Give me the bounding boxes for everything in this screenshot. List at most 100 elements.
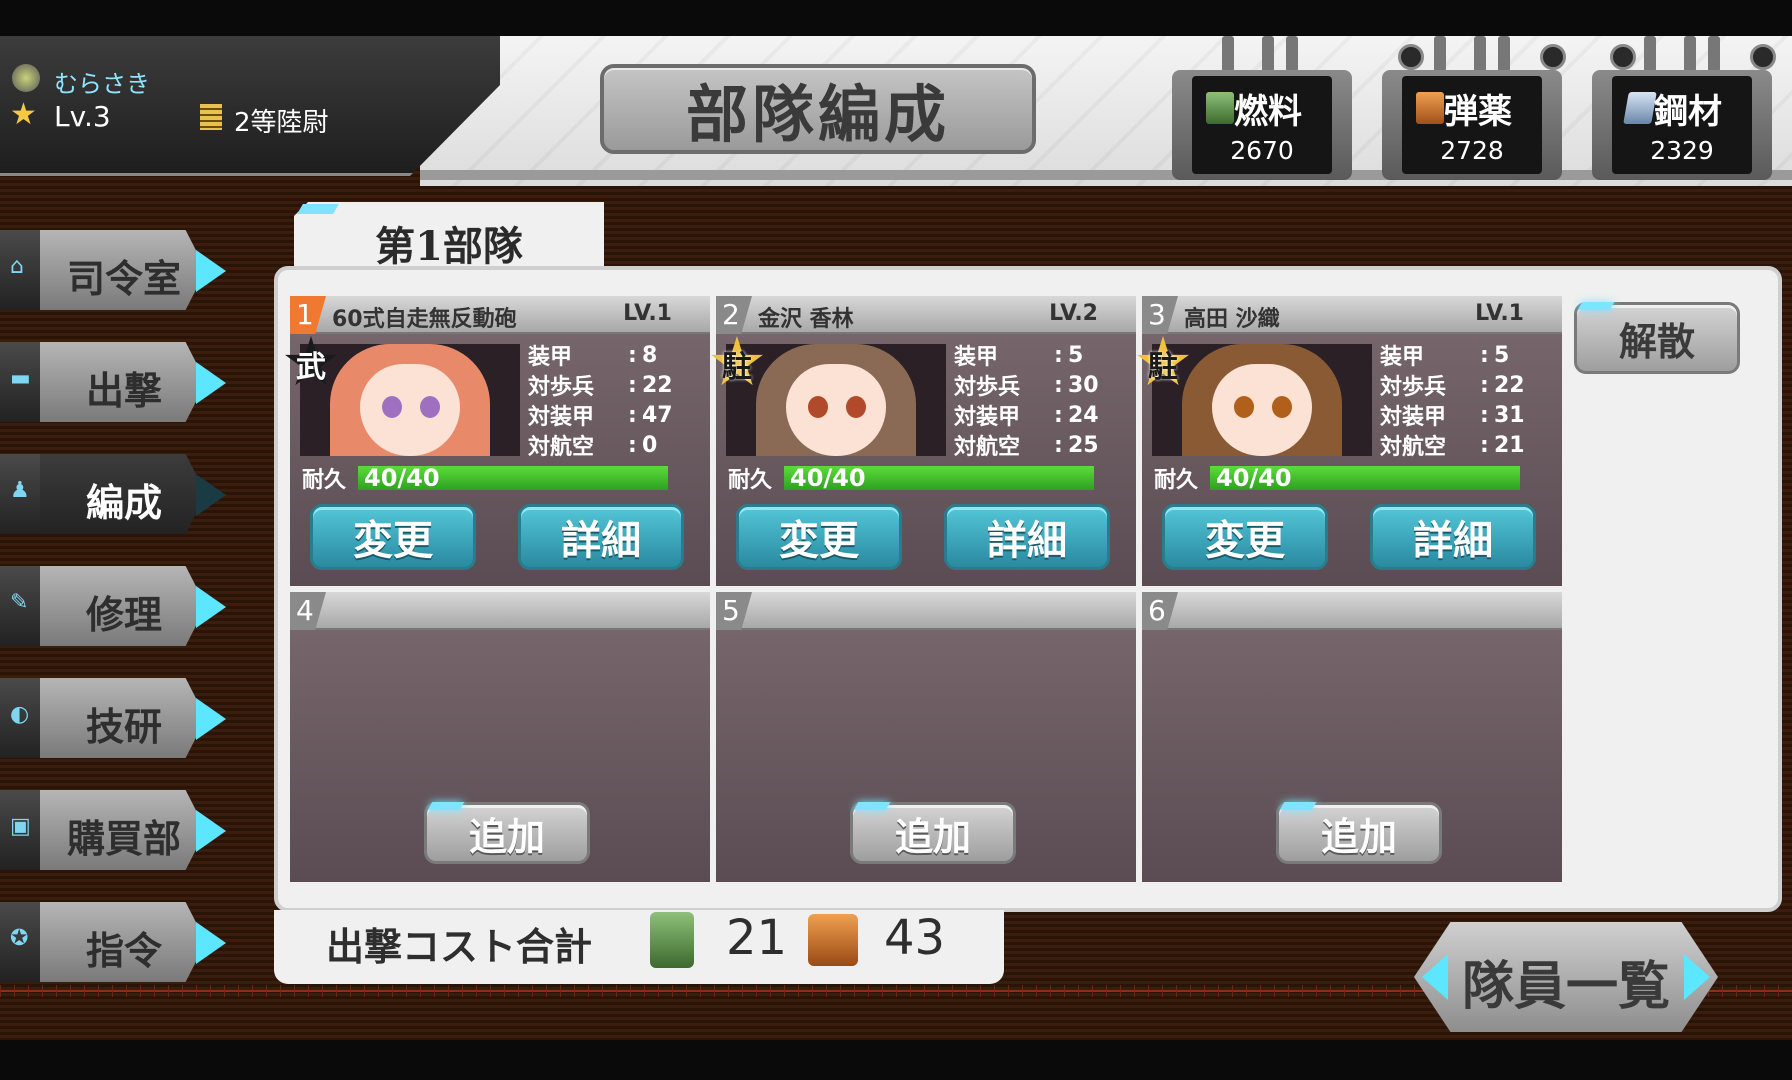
chevron-right-icon xyxy=(196,810,226,852)
sidebar-item-label: 指令 xyxy=(85,928,162,973)
game-screen: むらさき ★ Lv.3 2等陸尉 部隊編成 燃料 2670 弾薬 2728 鋼材… xyxy=(0,0,1792,1080)
home-icon: ⌂ xyxy=(10,254,24,279)
player-rank: 2等陸尉 xyxy=(234,108,329,138)
change-button[interactable]: 変更 xyxy=(736,504,902,570)
bolt-decor xyxy=(1540,44,1566,70)
stat-label: 対装甲 xyxy=(1380,405,1447,430)
stat-label: 対装甲 xyxy=(528,405,595,430)
hp-value: 40/40 xyxy=(790,464,866,492)
pipe-decor xyxy=(1286,36,1298,72)
member-name: 高田 沙織 xyxy=(1184,307,1280,332)
people-icon: ♟ xyxy=(10,478,30,503)
pipe-decor xyxy=(1708,36,1720,72)
hp-bar: 40/40 xyxy=(358,464,668,492)
tab-accent xyxy=(297,204,339,214)
member-stats: 装甲:5 対歩兵:30 対装甲:24 対航空:25 xyxy=(954,340,1134,461)
sidebar-item-repair[interactable]: ✎ 修理 xyxy=(0,558,230,652)
roster-button[interactable]: 隊員一覧 xyxy=(1414,922,1718,1032)
star-badge-icon: ✪ xyxy=(10,926,29,951)
add-member-button[interactable]: 追加 xyxy=(1276,802,1442,864)
medal-icon xyxy=(12,64,40,92)
sidebar-item-orders[interactable]: ✪ 指令 xyxy=(0,894,230,988)
change-button-label: 変更 xyxy=(779,517,859,564)
role-badge-label: 駐 xyxy=(1148,350,1178,385)
sidebar-item-label: 修理 xyxy=(85,592,162,637)
stat-label: 装甲 xyxy=(1380,345,1425,370)
sidebar-item-shop[interactable]: ▣ 購買部 xyxy=(0,782,230,876)
change-button[interactable]: 変更 xyxy=(310,504,476,570)
button-accent xyxy=(1279,802,1317,810)
sortie-cost-label: 出撃コスト合計 xyxy=(326,924,593,969)
star-icon: ★ xyxy=(10,97,37,132)
sidebar-item-label: 司令室 xyxy=(66,256,181,301)
sidebar-item-command-room[interactable]: ⌂ 司令室 xyxy=(0,222,230,316)
button-accent xyxy=(1577,302,1615,310)
add-member-button[interactable]: 追加 xyxy=(424,802,590,864)
role-badge-label: 駐 xyxy=(722,350,752,385)
stat-value: 25 xyxy=(1068,432,1099,458)
hp-label: 耐久 xyxy=(728,468,773,493)
disband-button[interactable]: 解散 xyxy=(1574,302,1740,374)
stat-value: 21 xyxy=(1494,432,1525,458)
add-button-label: 追加 xyxy=(468,813,545,859)
chevron-right-icon xyxy=(196,474,226,516)
rank-insignia-icon xyxy=(200,104,222,130)
disband-button-label: 解散 xyxy=(1618,318,1695,364)
stat-label: 対航空 xyxy=(954,435,1021,460)
change-button-label: 変更 xyxy=(353,517,433,564)
player-level: Lv.3 xyxy=(54,100,111,133)
flame-icon: ◐ xyxy=(10,702,30,727)
sidebar-item-sortie[interactable]: ▬ 出撃 xyxy=(0,334,230,428)
player-name: むらさき xyxy=(54,70,150,98)
detail-button[interactable]: 詳細 xyxy=(518,504,684,570)
stat-value: 30 xyxy=(1068,372,1099,398)
member-stats: 装甲:8 対歩兵:22 対装甲:47 対航空:0 xyxy=(528,340,708,461)
member-slot-3: 3 高田 沙織 LV.1 駐 装甲:5 対歩兵:22 対装甲:31 対航空:21… xyxy=(1137,296,1562,586)
sidebar-item-label: 編成 xyxy=(85,480,162,525)
steel-ingot-icon xyxy=(1623,92,1657,124)
sidebar-item-label: 技研 xyxy=(85,704,162,749)
sidebar-item-research[interactable]: ◐ 技研 xyxy=(0,670,230,764)
resource-value: 2329 xyxy=(1650,136,1714,165)
role-badge-label: 武 xyxy=(296,350,326,385)
member-level: LV.1 xyxy=(623,301,672,326)
bolt-decor xyxy=(1398,44,1424,70)
member-slot-2: 2 金沢 香林 LV.2 駐 装甲:5 対歩兵:30 対装甲:24 対航空:25… xyxy=(711,296,1136,586)
fuel-can-icon xyxy=(1206,92,1234,124)
hp-label: 耐久 xyxy=(302,468,347,493)
stat-value: 47 xyxy=(642,402,673,428)
ammo-box-icon xyxy=(1416,92,1444,124)
stat-label: 装甲 xyxy=(954,345,999,370)
resource-label: 鋼材 xyxy=(1654,92,1722,132)
sortie-cost-fuel: 21 xyxy=(726,910,788,966)
header-edge xyxy=(420,170,1792,180)
member-slot-1: 1 60式自走無反動砲 LV.1 武 装甲:8 対歩兵:22 対装甲:47 対航… xyxy=(285,296,710,586)
member-name: 金沢 香林 xyxy=(758,307,854,332)
resource-label: 弾薬 xyxy=(1444,92,1512,132)
stat-label: 対歩兵 xyxy=(954,375,1021,400)
stat-value: 0 xyxy=(642,432,658,458)
chevron-right-icon xyxy=(196,250,226,292)
pipe-decor xyxy=(1222,36,1234,72)
hp-value: 40/40 xyxy=(364,464,440,492)
detail-button[interactable]: 詳細 xyxy=(944,504,1110,570)
hp-value: 40/40 xyxy=(1216,464,1292,492)
button-accent xyxy=(853,802,891,810)
detail-button-label: 詳細 xyxy=(1413,517,1493,564)
wrench-icon: ✎ xyxy=(10,590,29,615)
roster-button-label: 隊員一覧 xyxy=(1461,956,1670,1017)
pipe-decor xyxy=(1644,36,1656,72)
add-member-button[interactable]: 追加 xyxy=(850,802,1016,864)
top-border xyxy=(0,0,1792,36)
sidebar-item-formation[interactable]: ♟ 編成 xyxy=(0,446,230,540)
pipe-decor xyxy=(1498,36,1510,72)
change-button[interactable]: 変更 xyxy=(1162,504,1328,570)
stat-label: 対歩兵 xyxy=(1380,375,1447,400)
detail-button-label: 詳細 xyxy=(561,517,641,564)
title-plate: 部隊編成 xyxy=(600,64,1036,154)
add-button-label: 追加 xyxy=(1320,813,1397,859)
hp-bar: 40/40 xyxy=(1210,464,1520,492)
detail-button[interactable]: 詳細 xyxy=(1370,504,1536,570)
tab-squad-1-label: 第1部隊 xyxy=(375,223,523,270)
pipe-decor xyxy=(1262,36,1274,72)
